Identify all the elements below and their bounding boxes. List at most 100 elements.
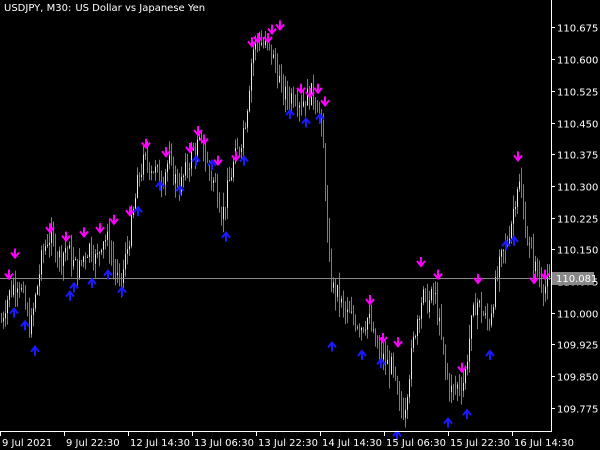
candle-body: [345, 305, 346, 313]
candle-body: [531, 243, 532, 248]
x-tick-label: 12 Jul 14:30: [130, 438, 190, 449]
y-tick-label: 110.225: [557, 215, 598, 226]
candle-body: [69, 245, 70, 249]
candle-body: [465, 369, 466, 384]
candle-body: [423, 289, 424, 304]
candle-body: [451, 385, 452, 393]
candle-body: [227, 180, 228, 208]
candle-body: [439, 317, 440, 322]
candle-body: [109, 231, 110, 254]
candle-body: [289, 98, 290, 104]
candle-body: [39, 274, 40, 287]
candle-body: [205, 156, 206, 160]
candle-body: [171, 155, 172, 160]
candle-body: [347, 309, 348, 313]
candle-body: [389, 359, 390, 375]
candle-body: [445, 349, 446, 368]
candle-body: [305, 101, 306, 106]
candle-body: [87, 256, 88, 258]
candle-body: [217, 181, 218, 202]
candle-body: [269, 43, 270, 45]
candle-body: [43, 250, 44, 252]
candle-body: [153, 171, 154, 173]
candle-body: [443, 337, 444, 350]
candle-body: [405, 409, 406, 418]
candle-body: [397, 377, 398, 393]
candle-body: [399, 392, 400, 400]
y-tick-label: 110.000: [557, 310, 598, 321]
candle-body: [457, 384, 458, 389]
candle-body: [107, 231, 108, 241]
candle-body: [455, 387, 456, 389]
price-chart[interactable]: 109.775109.850109.925110.000110.075110.1…: [0, 0, 600, 450]
candle-body: [77, 259, 78, 278]
candle-body: [187, 162, 188, 170]
candle-body: [425, 289, 426, 291]
candle-body: [145, 154, 146, 156]
y-tick-label: 110.600: [557, 56, 598, 67]
candle-body: [379, 345, 380, 347]
candle-body: [281, 76, 282, 79]
candle-body: [31, 315, 32, 335]
candle-body: [337, 284, 338, 297]
candle-body: [95, 254, 96, 264]
candle-body: [169, 155, 170, 164]
candle-body: [157, 165, 158, 167]
candle-body: [265, 41, 266, 46]
candle-body: [103, 241, 104, 250]
candle-body: [525, 210, 526, 237]
candle-body: [385, 353, 386, 365]
candle-body: [369, 313, 370, 319]
candle-body: [381, 346, 382, 360]
candle-body: [437, 293, 438, 322]
candle-body: [277, 64, 278, 83]
candle-body: [207, 159, 208, 163]
candle-body: [383, 353, 384, 360]
candle-body: [391, 356, 392, 375]
candle-body: [75, 259, 76, 261]
candle-body: [283, 78, 284, 100]
candle-body: [461, 388, 462, 391]
candle-body: [263, 43, 264, 46]
candle-body: [183, 175, 184, 177]
candle-body: [295, 102, 296, 104]
candle-body: [149, 164, 150, 173]
y-tick-label: 110.300: [557, 183, 598, 194]
y-tick-label: 110.150: [557, 246, 598, 257]
candle-body: [117, 272, 118, 276]
candle-body: [25, 289, 26, 308]
candle-body: [131, 214, 132, 247]
candle-body: [119, 272, 120, 275]
candle-body: [479, 300, 480, 303]
candle-body: [195, 148, 196, 156]
candle-body: [47, 245, 48, 247]
candle-body: [485, 313, 486, 316]
candle-body: [489, 322, 490, 326]
y-tick-label: 110.525: [557, 88, 598, 99]
candle-body: [545, 286, 546, 294]
candle-body: [503, 249, 504, 251]
candle-body: [549, 275, 550, 277]
candle-body: [395, 367, 396, 378]
candle-body: [513, 208, 514, 224]
candle-body: [33, 308, 34, 316]
candle-body: [261, 43, 262, 45]
chart-title: USDJPY, M30: US Dollar vs Japanese Yen: [4, 3, 205, 14]
candle-body: [333, 282, 334, 288]
candle-body: [411, 347, 412, 380]
candle-body: [511, 223, 512, 239]
candle-body: [359, 327, 360, 331]
candle-body: [413, 336, 414, 348]
candle-body: [431, 289, 432, 301]
candle-body: [151, 171, 152, 173]
candle-body: [147, 154, 148, 165]
candle-body: [477, 302, 478, 316]
candle-body: [21, 287, 22, 290]
candle-body: [165, 172, 166, 185]
x-tick-label: 13 Jul 22:30: [258, 438, 318, 449]
candle-body: [219, 201, 220, 212]
candle-body: [529, 243, 530, 245]
candle-body: [501, 250, 502, 257]
candle-body: [245, 127, 246, 129]
candle-body: [441, 317, 442, 338]
